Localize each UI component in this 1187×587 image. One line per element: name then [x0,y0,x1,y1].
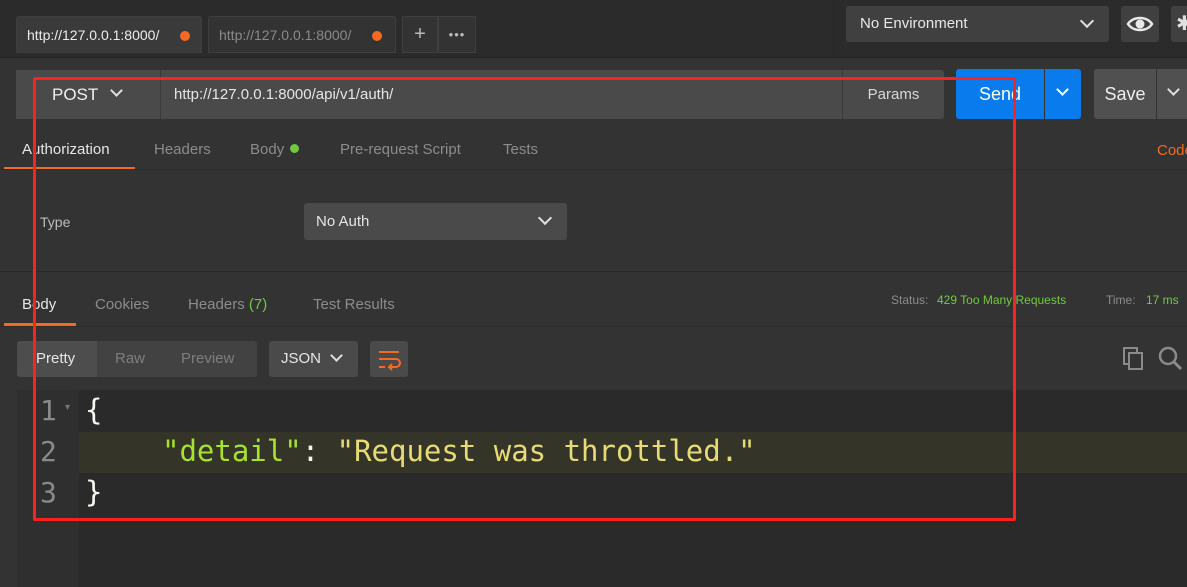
more-icon: ••• [448,27,466,42]
auth-type-label: Type [40,214,71,230]
status-label: Status: [891,293,929,307]
line-number: 1 [40,394,57,427]
response-tab-headers-label: Headers [188,296,245,313]
view-mode-raw[interactable]: Raw [115,341,145,377]
fold-toggle-icon[interactable]: ▾ [65,402,70,413]
headers-count: (7) [248,296,268,313]
eye-icon [1126,16,1154,32]
send-button[interactable]: Send [956,69,1044,119]
tab-authorization[interactable]: Authorization [22,140,110,170]
plus-icon: + [414,23,426,45]
environment-select[interactable]: No Environment [846,6,1109,42]
divider [0,326,1187,327]
code-line: } [85,475,103,509]
response-tab-headers[interactable]: Headers (7) [188,296,267,313]
method-value: POST [52,85,99,104]
code-line: { [85,393,103,427]
request-tab-title: http://127.0.0.1:8000/ [27,27,160,43]
copy-icon [1123,347,1143,370]
auth-type-value: No Auth [316,213,370,230]
divider [833,0,834,58]
chevron-down-icon [330,349,343,362]
chevron-down-icon [110,84,123,97]
copy-button[interactable] [1121,345,1145,376]
tab-headers[interactable]: Headers [154,140,211,170]
unsaved-dot-icon [372,31,382,41]
response-tab-body[interactable]: Body [22,296,56,313]
unsaved-dot-icon [180,31,190,41]
save-options-button[interactable] [1157,69,1187,119]
line-number: 3 [40,476,57,509]
response-tab-test-results[interactable]: Test Results [313,296,395,313]
new-tab-button[interactable]: + [402,16,438,53]
request-tab[interactable]: http://127.0.0.1:8000/ [208,16,396,53]
wrap-lines-button[interactable] [370,341,408,377]
response-tab-cookies[interactable]: Cookies [95,296,149,313]
code-line: "detail": "Request was throttled." [162,434,756,468]
json-value: "Request was throttled." [336,434,756,468]
tab-prerequest-script[interactable]: Pre-request Script [340,140,461,170]
chevron-down-icon [1079,13,1095,29]
params-button[interactable]: Params [842,70,944,119]
status-value: 429 Too Many Requests [937,293,1067,307]
format-select[interactable]: JSON [269,341,358,377]
tab-body[interactable]: Body [250,140,300,170]
auth-type-select[interactable]: No Auth [304,203,567,240]
search-icon [1158,346,1183,371]
view-mode-pretty[interactable]: Pretty [36,341,75,377]
divider [0,169,1187,170]
tab-tests[interactable]: Tests [503,140,538,170]
chevron-down-icon [1056,83,1069,96]
code-link[interactable]: Code [1157,142,1187,159]
time-value: 17 ms [1146,293,1179,307]
time-label: Time: [1106,293,1136,307]
method-select[interactable]: POST [16,70,161,119]
save-button[interactable]: Save [1094,69,1156,119]
manage-environments-button[interactable]: ✱ [1171,6,1187,42]
view-mode-preview[interactable]: Preview [181,341,234,377]
json-key: "detail" [162,434,302,468]
tab-options-button[interactable]: ••• [438,16,476,53]
json-colon: : [301,434,337,468]
response-editor[interactable] [17,390,1187,587]
request-tab-title: http://127.0.0.1:8000/ [219,27,352,43]
request-tab-active[interactable]: http://127.0.0.1:8000/ [16,16,202,53]
body-indicator-icon [290,144,300,153]
environment-selected: No Environment [860,15,968,32]
tab-body-label: Body [250,141,285,158]
format-value: JSON [281,350,322,367]
environment-quick-look-button[interactable] [1121,6,1159,42]
chevron-down-icon [1167,83,1180,96]
chevron-down-icon [537,210,553,226]
send-options-button[interactable] [1045,69,1081,119]
search-button[interactable] [1157,345,1185,376]
wrap-lines-icon [379,351,401,371]
gear-icon: ✱ [1176,13,1187,35]
line-number: 2 [40,435,57,468]
response-divider [0,271,1187,272]
url-input[interactable]: http://127.0.0.1:8000/api/v1/auth/ [174,70,393,119]
